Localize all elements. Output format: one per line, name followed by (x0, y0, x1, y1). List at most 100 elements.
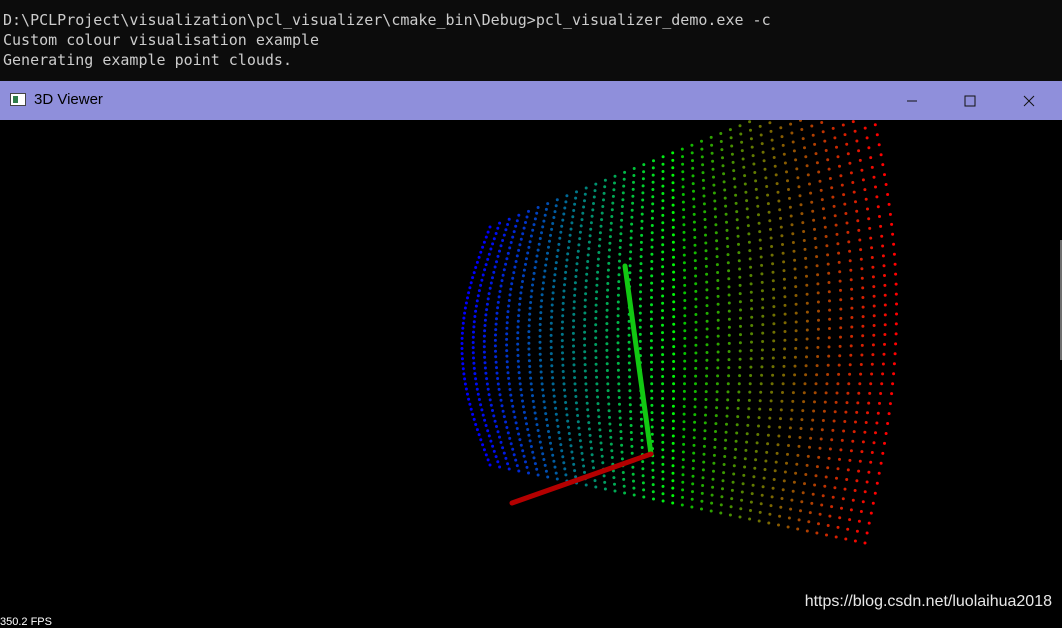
cloud-point (713, 445, 717, 449)
cloud-point (810, 427, 814, 431)
cloud-point (605, 369, 609, 372)
cloud-point (672, 382, 676, 386)
cloud-point (577, 426, 581, 430)
render-viewport[interactable] (0, 120, 1062, 624)
cloud-point (681, 458, 685, 462)
cloud-point (540, 299, 544, 303)
cloud-point (517, 314, 521, 318)
point-cloud-scene[interactable] (0, 120, 1062, 624)
cloud-point (683, 329, 687, 333)
cloud-point (650, 267, 654, 271)
console-line-2: Generating example point clouds. (3, 51, 292, 69)
cloud-point (811, 209, 815, 213)
cloud-point (682, 223, 686, 227)
cloud-point (483, 355, 487, 359)
cloud-point (851, 120, 855, 124)
cloud-point (816, 355, 820, 358)
cloud-point (815, 531, 819, 535)
cloud-point (563, 277, 567, 281)
cloud-point (682, 238, 686, 242)
cloud-point (618, 409, 622, 413)
cloud-point (816, 282, 820, 286)
cloud-point (632, 180, 635, 184)
cloud-point (871, 501, 875, 505)
cloud-point (810, 124, 814, 128)
cloud-point (631, 187, 635, 191)
cloud-point (850, 297, 854, 301)
cloud-point (596, 270, 600, 274)
cloud-point (516, 359, 520, 363)
cloud-point (661, 338, 664, 342)
cloud-point (661, 492, 665, 496)
cloud-point (783, 286, 787, 290)
cloud-point (737, 251, 741, 255)
cloud-point (489, 247, 493, 251)
cloud-point (601, 461, 605, 465)
cloud-point (641, 460, 645, 464)
cloud-point (628, 271, 632, 275)
cloud-point (848, 518, 852, 522)
cloud-point (505, 257, 509, 261)
cloud-point (627, 326, 631, 330)
cloud-point (476, 294, 480, 298)
cloud-point (749, 374, 753, 377)
cloud-point (758, 510, 762, 514)
close-button[interactable] (1000, 81, 1058, 120)
cloud-point (518, 376, 522, 380)
cloud-point (756, 204, 760, 208)
cloud-point (716, 318, 720, 322)
cloud-point (691, 159, 694, 163)
cloud-point (863, 188, 867, 192)
cloud-point (766, 433, 770, 437)
cloud-point (661, 462, 665, 466)
cloud-point (836, 242, 840, 246)
cloud-point (498, 249, 501, 253)
title-bar[interactable]: 3D Viewer (0, 81, 1062, 120)
cloud-point (749, 365, 753, 369)
cloud-point (859, 363, 863, 366)
cloud-point (606, 375, 610, 379)
cloud-point (596, 408, 600, 412)
cloud-point (463, 377, 467, 381)
cloud-point (570, 221, 574, 225)
cloud-point (682, 208, 686, 212)
cloud-point (602, 474, 606, 478)
cloud-point (563, 283, 566, 287)
cloud-point (849, 268, 853, 272)
maximize-button[interactable] (941, 81, 999, 120)
cloud-point (598, 237, 602, 241)
minimize-button[interactable] (883, 81, 941, 120)
cloud-point (584, 279, 588, 283)
cloud-point (536, 429, 540, 432)
cloud-point (650, 281, 654, 285)
cloud-point (618, 259, 621, 263)
cloud-point (878, 401, 881, 405)
cloud-point (460, 342, 464, 345)
cloud-point (816, 345, 820, 349)
cloud-point (578, 433, 582, 436)
cloud-point (558, 437, 562, 440)
cloud-point (489, 281, 493, 285)
cloud-point (692, 428, 696, 432)
cloud-point (565, 194, 569, 198)
cloud-point (727, 366, 731, 370)
cloud-point (525, 257, 528, 261)
cloud-point (824, 235, 828, 238)
cloud-point (554, 267, 558, 271)
cloud-point (544, 412, 548, 416)
cloud-point (529, 445, 533, 448)
cloud-point (501, 273, 505, 277)
cloud-point (617, 266, 621, 270)
cloud-point (464, 301, 468, 305)
cloud-point (835, 476, 838, 480)
cloud-point (772, 322, 776, 326)
cloud-point (496, 226, 500, 230)
cloud-point (616, 355, 620, 359)
cloud-point (528, 439, 532, 443)
cloud-point (472, 325, 476, 329)
cloud-point (680, 147, 684, 151)
cloud-point (651, 209, 654, 213)
cloud-point (777, 199, 781, 203)
cloud-point (595, 375, 599, 379)
cloud-point (789, 507, 793, 511)
